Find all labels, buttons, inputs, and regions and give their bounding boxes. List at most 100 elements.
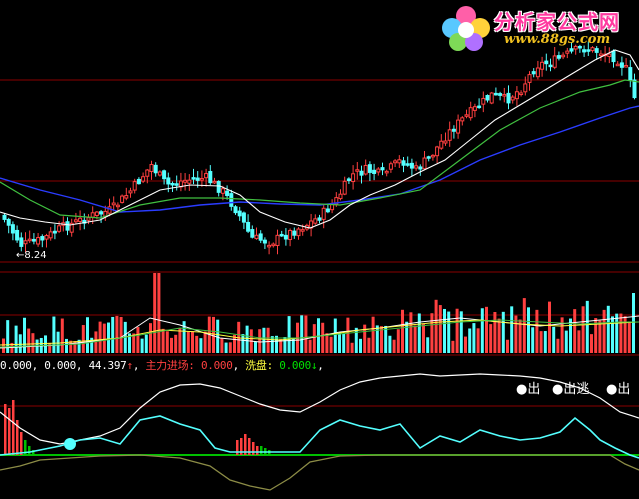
volume-bar — [354, 327, 358, 353]
candle-body — [132, 181, 137, 191]
ma-line-green — [0, 79, 639, 219]
signal-sell-2: ●出逃 — [552, 382, 590, 397]
buy-signal-dot — [64, 438, 76, 450]
volume-bar — [333, 318, 337, 353]
candle-body — [325, 208, 330, 213]
candle-body — [111, 202, 116, 206]
candle-body — [372, 169, 377, 174]
flower-logo-icon — [442, 6, 490, 51]
candle-body — [31, 238, 36, 242]
candle-body — [561, 54, 566, 58]
candle-body — [6, 218, 11, 226]
candle-body — [317, 217, 322, 221]
volume-bar — [119, 316, 123, 353]
candle-body — [2, 214, 7, 220]
volume-bar — [363, 324, 367, 353]
volume-bar — [371, 316, 375, 353]
candle-body — [271, 243, 276, 247]
volume-bar — [485, 306, 488, 353]
volume-bar — [447, 311, 451, 353]
candle-body — [313, 218, 318, 224]
indicator-red-bar — [8, 408, 11, 455]
candle-body — [456, 119, 461, 134]
candle-body — [275, 234, 280, 246]
volume-bar — [531, 327, 535, 353]
ind-v3: 44.397 — [88, 359, 127, 372]
volume-bar — [548, 301, 551, 353]
volume-bar — [102, 323, 106, 353]
volume-bar — [468, 328, 472, 353]
candle-body — [267, 244, 272, 248]
volume-bar — [342, 333, 346, 353]
volume-bar — [270, 336, 274, 353]
candle-body — [388, 163, 393, 170]
volume-bar — [564, 330, 568, 353]
candle-body — [342, 180, 347, 195]
candle-body — [443, 140, 448, 144]
volume-bar — [60, 318, 64, 353]
volume-bar — [590, 334, 593, 353]
volume-bar — [161, 328, 165, 353]
candle-body — [489, 92, 494, 104]
logo-title: 分析家公式网 — [494, 10, 620, 34]
volume-bar — [413, 325, 417, 353]
candle-body — [187, 179, 192, 184]
volume-bar — [346, 317, 350, 353]
candle-body — [355, 169, 360, 172]
volume-bar — [396, 329, 400, 353]
volume-bar — [409, 312, 413, 353]
candle-body — [225, 190, 230, 197]
volume-bar — [31, 333, 35, 353]
volume-bar — [191, 331, 194, 353]
candle-body — [422, 157, 427, 170]
volume-bar — [254, 341, 257, 353]
candle-body — [241, 212, 246, 223]
signal-sell-1: ●出 — [516, 382, 541, 397]
volume-bar — [14, 325, 18, 353]
volume-bar — [606, 305, 610, 353]
volume-bar — [552, 326, 556, 353]
volume-bar — [115, 315, 119, 353]
candle-body — [115, 204, 120, 208]
volume-bar — [262, 327, 266, 353]
volume-bar — [434, 299, 438, 353]
stock-chart-screen: 分析家公式网 www.88gs.com ←8.24 0.000, 0.000, … — [0, 0, 639, 499]
candle-body — [86, 217, 91, 221]
volume-bar — [65, 338, 68, 353]
candle-body — [481, 97, 486, 105]
indicator-readout: 0.000, 0.000, 44.397↑, 主力进场: 0.000, 洗盘: … — [0, 359, 324, 372]
candle-body — [166, 177, 171, 185]
volume-bar — [220, 338, 224, 353]
candle-body — [279, 233, 284, 237]
volume-bar — [224, 342, 228, 353]
candle-body — [519, 92, 524, 96]
candle-body — [485, 94, 490, 101]
candle-body — [359, 170, 364, 176]
volume-bar — [573, 309, 577, 353]
candle-body — [531, 71, 536, 75]
volume-bar — [401, 309, 404, 353]
candle-body — [262, 239, 267, 244]
candle-body — [472, 106, 477, 111]
candle-body — [149, 164, 154, 172]
volume-bar — [506, 339, 509, 353]
candle-body — [468, 107, 473, 119]
volume-bar — [392, 339, 396, 353]
candle-body — [393, 160, 398, 164]
volume-bar — [417, 313, 421, 353]
candle-body — [191, 177, 196, 180]
candle-body — [435, 146, 440, 157]
volume-bar — [405, 321, 409, 353]
candle-body — [73, 219, 78, 223]
candle-body — [254, 234, 259, 240]
candle-body — [246, 221, 251, 232]
candle-body — [208, 170, 213, 184]
candle-body — [170, 182, 175, 186]
indicator-olive-line — [0, 454, 639, 491]
candle-body — [527, 74, 532, 83]
candle-body — [544, 60, 549, 65]
low-price-label: ←8.24 — [16, 250, 47, 261]
candle-body — [598, 53, 603, 57]
candle-body — [15, 229, 20, 241]
volume-bar — [539, 331, 543, 353]
